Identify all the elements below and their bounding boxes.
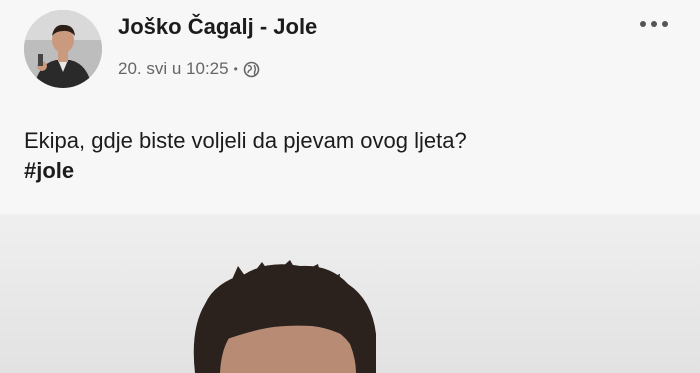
meta-separator: • bbox=[233, 62, 238, 76]
post-meta: 20. svi u 10:25 • bbox=[118, 59, 260, 79]
post-timestamp[interactable]: 20. svi u 10:25 bbox=[118, 59, 229, 79]
photo-image bbox=[0, 214, 700, 373]
avatar-image bbox=[24, 10, 102, 88]
globe-icon[interactable] bbox=[243, 61, 260, 78]
post-message: Ekipa, gdje biste voljeli da pjevam ovog… bbox=[24, 128, 467, 153]
post-text: Ekipa, gdje biste voljeli da pjevam ovog… bbox=[24, 126, 674, 186]
facebook-post: Joško Čagalj - Jole 20. svi u 10:25 • Ek… bbox=[0, 0, 700, 373]
post-photo[interactable] bbox=[0, 214, 700, 373]
more-dots-icon[interactable] bbox=[632, 8, 676, 40]
hashtag-link[interactable]: #jole bbox=[24, 156, 674, 186]
avatar[interactable] bbox=[24, 10, 102, 88]
author-name[interactable]: Joško Čagalj - Jole bbox=[118, 14, 317, 40]
